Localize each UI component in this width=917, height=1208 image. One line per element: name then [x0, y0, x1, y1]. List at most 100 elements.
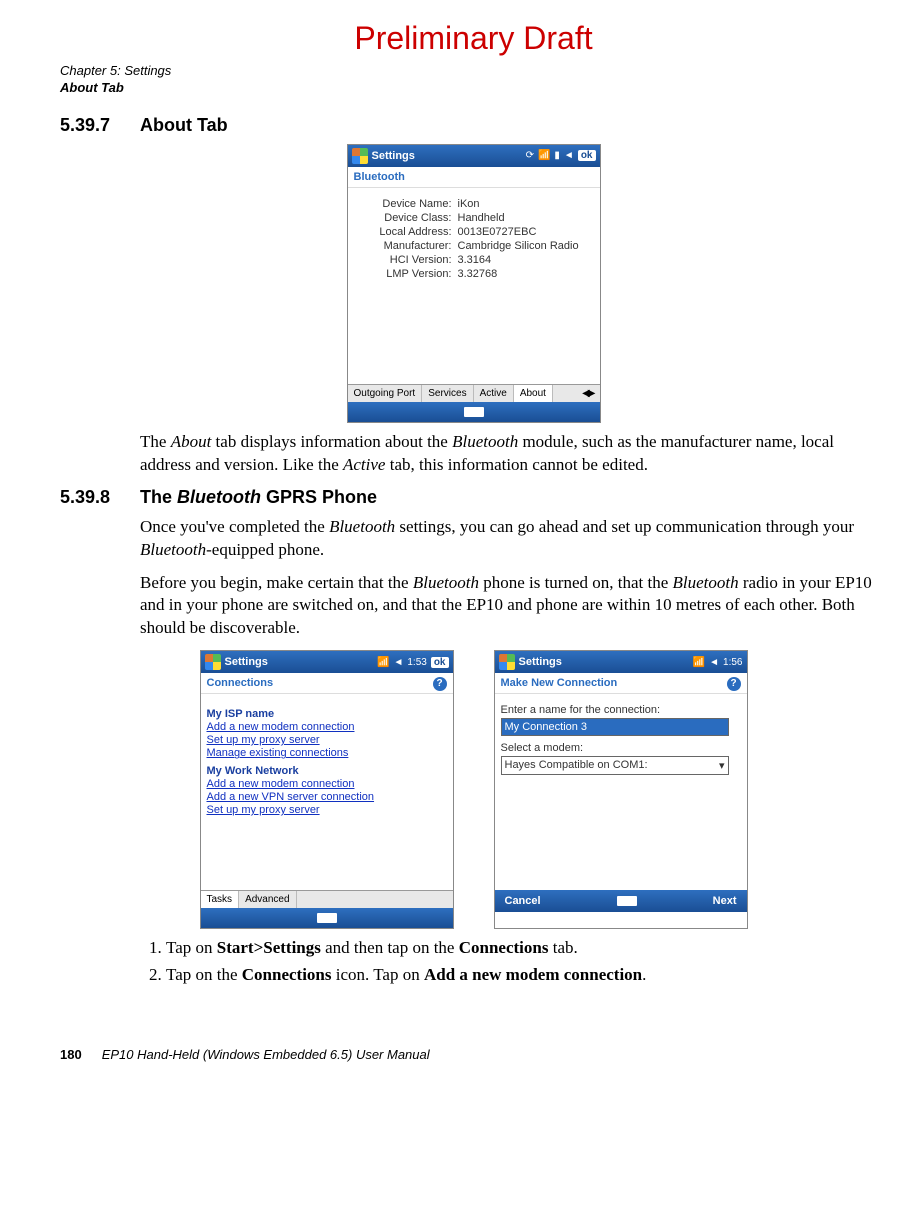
kv-val: 3.3164 [458, 254, 594, 266]
sec-number: 5.39.7 [60, 115, 140, 136]
footer-text: EP10 Hand-Held (Windows Embedded 6.5) Us… [102, 1047, 430, 1062]
screenshot-connections: Settings 📶 ◄ 1:53 ok Connections ? My IS… [200, 650, 454, 929]
txt: Bluetooth [452, 432, 518, 451]
txt: icon. Tap on [332, 965, 424, 984]
txt: Add a new modem connection [424, 965, 642, 984]
txt: Bluetooth [140, 540, 206, 559]
help-icon[interactable]: ? [433, 677, 447, 691]
antenna-icon: ▮ [554, 150, 560, 161]
txt: settings, you can go ahead and set up co… [395, 517, 854, 536]
tab-services[interactable]: Services [422, 385, 473, 402]
volume-icon: ◄ [564, 150, 574, 161]
help-icon[interactable]: ? [727, 677, 741, 691]
signal-icon: 📶 [538, 150, 550, 161]
txt: and then tap on the [321, 938, 459, 957]
txt: Active [343, 455, 385, 474]
txt: Bluetooth [673, 573, 739, 592]
link-proxy[interactable]: Set up my proxy server [207, 734, 447, 746]
link-proxy-work[interactable]: Set up my proxy server [207, 804, 447, 816]
txt: About [171, 432, 212, 451]
connection-name-input[interactable]: My Connection 3 [501, 718, 729, 736]
txt: The [140, 432, 171, 451]
soft-key-bar: Cancel Next [495, 890, 747, 912]
txt: Bluetooth [329, 517, 395, 536]
kv-val: Handheld [458, 212, 594, 224]
clock-text: 1:56 [723, 657, 742, 668]
section-line: About Tab [60, 80, 887, 97]
modem-label: Select a modem: [501, 742, 741, 754]
clock-text: 1:53 [407, 657, 426, 668]
kv-key: Local Address: [354, 226, 458, 238]
watermark: Preliminary Draft [60, 20, 887, 57]
titlebar: Settings ⟳ 📶 ▮ ◄ ok [348, 145, 600, 167]
signal-icon: 📶 [693, 657, 705, 668]
keyboard-icon[interactable] [464, 407, 484, 417]
tab-about[interactable]: About [514, 385, 553, 402]
kv-key: HCI Version: [354, 254, 458, 266]
subheader: Bluetooth [348, 167, 600, 188]
modem-select[interactable]: Hayes Compatible on COM1: ▾ [501, 756, 729, 775]
txt: phone is turned on, that the [479, 573, 673, 592]
txt: Bluetooth [413, 573, 479, 592]
txt: -equipped phone. [206, 540, 324, 559]
txt: tab displays information about the [211, 432, 452, 451]
tab-outgoing-port[interactable]: Outgoing Port [348, 385, 423, 402]
start-icon [205, 654, 221, 670]
sec-title: About Tab [140, 115, 228, 135]
tab-active[interactable]: Active [474, 385, 514, 402]
bt-gprs-p2: Before you begin, make certain that the … [140, 572, 887, 641]
txt: Connections [459, 938, 549, 957]
kv-key: Manufacturer: [354, 240, 458, 252]
subheader-text: Connections [207, 677, 274, 689]
about-tab-paragraph: The About tab displays information about… [140, 431, 887, 477]
txt: . [642, 965, 646, 984]
heading-5-39-7: 5.39.7About Tab [60, 115, 887, 136]
keyboard-icon[interactable] [317, 913, 337, 923]
keyboard-icon[interactable] [617, 896, 637, 906]
kv-val: iKon [458, 198, 594, 210]
kv-row: Device Class:Handheld [354, 212, 594, 224]
heading-5-39-8: 5.39.8The Bluetooth GPRS Phone [60, 487, 887, 508]
chevron-down-icon: ▾ [719, 759, 725, 772]
signal-icon: 📶 [377, 657, 389, 668]
sync-icon: ⟳ [526, 150, 534, 161]
step-1: Tap on Start>Settings and then tap on th… [166, 937, 887, 960]
kv-row: Manufacturer:Cambridge Silicon Radio [354, 240, 594, 252]
window-title: Settings [372, 150, 526, 162]
txt: Before you begin, make certain that the [140, 573, 413, 592]
screenshot-about-tab: Settings ⟳ 📶 ▮ ◄ ok Bluetooth Device Nam… [347, 144, 601, 423]
link-add-vpn[interactable]: Add a new VPN server connection [207, 791, 447, 803]
subheader-text: Make New Connection [501, 677, 618, 689]
kv-row: Local Address:0013E0727EBC [354, 226, 594, 238]
kv-row: HCI Version:3.3164 [354, 254, 594, 266]
tab-strip: Outgoing Port Services Active About ◀▶ [348, 384, 600, 402]
tab-scroll-icon[interactable]: ◀▶ [576, 385, 599, 402]
window-title: Settings [225, 656, 378, 668]
ok-button[interactable]: ok [431, 657, 449, 668]
volume-icon: ◄ [709, 657, 719, 668]
softkey-next[interactable]: Next [713, 895, 737, 907]
screenshot-make-new-connection: Settings 📶 ◄ 1:56 Make New Connection ? … [494, 650, 748, 929]
txt: Connections [242, 965, 332, 984]
tab-advanced[interactable]: Advanced [239, 891, 296, 908]
isp-section-title: My ISP name [207, 708, 447, 720]
link-add-modem-work[interactable]: Add a new modem connection [207, 778, 447, 790]
kv-row: Device Name:iKon [354, 198, 594, 210]
kv-key: Device Class: [354, 212, 458, 224]
link-manage[interactable]: Manage existing connections [207, 747, 447, 759]
tab-tasks[interactable]: Tasks [201, 891, 240, 908]
about-content: Device Name:iKon Device Class:Handheld L… [348, 188, 600, 384]
kv-row: LMP Version:3.32768 [354, 268, 594, 280]
new-connection-content: Enter a name for the connection: My Conn… [495, 694, 747, 890]
sec-title-a: The [140, 487, 177, 507]
titlebar: Settings 📶 ◄ 1:56 [495, 651, 747, 673]
link-add-modem[interactable]: Add a new modem connection [207, 721, 447, 733]
softkey-cancel[interactable]: Cancel [505, 895, 541, 907]
subheader: Connections ? [201, 673, 453, 694]
ok-button[interactable]: ok [578, 150, 596, 161]
sip-bar [348, 402, 600, 422]
tab-strip: Tasks Advanced [201, 890, 453, 908]
titlebar: Settings 📶 ◄ 1:53 ok [201, 651, 453, 673]
chapter-line: Chapter 5: Settings [60, 63, 887, 80]
txt: Once you've completed the [140, 517, 329, 536]
